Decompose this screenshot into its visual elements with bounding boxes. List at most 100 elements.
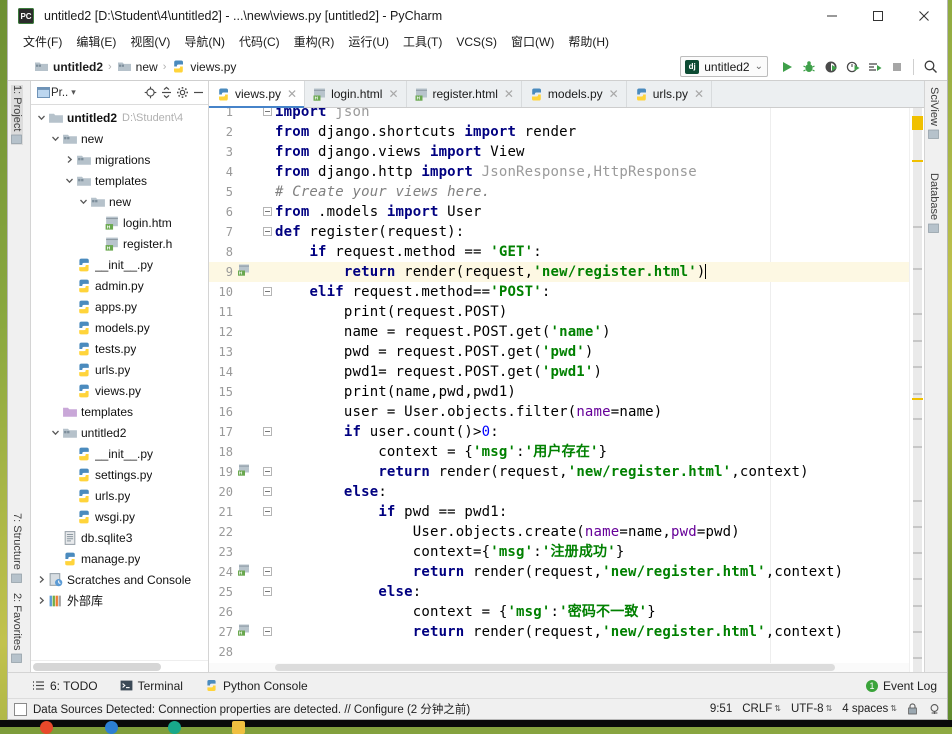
menu-item-1[interactable]: 编辑(E) xyxy=(69,32,123,53)
close-icon[interactable]: ✕ xyxy=(504,87,514,101)
code-fold-toggle[interactable] xyxy=(263,207,272,216)
editor-tab-modelspy[interactable]: models.py✕ xyxy=(522,81,627,107)
tree-item-registerh[interactable]: Hregister.h xyxy=(31,233,208,254)
code-line-7[interactable]: 7def register(request): xyxy=(209,222,909,242)
code-line-8[interactable]: 8 if request.method == 'GET': xyxy=(209,242,909,262)
code-line-19[interactable]: 19H return render(request,'new/register.… xyxy=(209,462,909,482)
code-fold-toggle[interactable] xyxy=(263,227,272,236)
tree-item-settingspy[interactable]: settings.py xyxy=(31,464,208,485)
run-dashboard-button[interactable] xyxy=(864,56,886,78)
stripe-marker[interactable] xyxy=(913,366,922,368)
tree-item-viewspy[interactable]: views.py xyxy=(31,380,208,401)
editor-horizontal-scrollbar[interactable] xyxy=(209,663,910,672)
menu-item-7[interactable]: 工具(T) xyxy=(396,32,449,53)
tree-item-templates[interactable]: templates xyxy=(31,401,208,422)
menu-item-6[interactable]: 运行(U) xyxy=(341,32,396,53)
warning-marker[interactable] xyxy=(912,398,923,400)
related-template-gutter-icon[interactable]: H xyxy=(237,564,251,579)
chevron-down-icon[interactable] xyxy=(63,176,76,185)
tree-item-new[interactable]: new xyxy=(31,191,208,212)
tree-item-testspy[interactable]: tests.py xyxy=(31,338,208,359)
code-line-26[interactable]: 26 context = {'msg':'密码不一致'} xyxy=(209,602,909,622)
code-line-22[interactable]: 22 User.objects.create(name=name,pwd=pwd… xyxy=(209,522,909,542)
code-fold-toggle[interactable] xyxy=(263,427,272,436)
menu-item-4[interactable]: 代码(C) xyxy=(232,32,287,53)
code-line-12[interactable]: 12 name = request.POST.get('name') xyxy=(209,322,909,342)
chevron-down-icon[interactable] xyxy=(35,113,48,122)
project-panel-title[interactable]: Pr.. ▾ xyxy=(51,87,76,99)
menu-item-8[interactable]: VCS(S) xyxy=(449,32,504,53)
code-line-13[interactable]: 13 pwd = request.POST.get('pwd') xyxy=(209,342,909,362)
code-line-10[interactable]: 10 elif request.method=='POST': xyxy=(209,282,909,302)
tree-item-untitled2[interactable]: untitled2D:\Student\4 xyxy=(31,107,208,128)
stripe-marker[interactable] xyxy=(913,446,922,448)
tree-item-wsgipy[interactable]: wsgi.py xyxy=(31,506,208,527)
code-line-2[interactable]: 2from django.shortcuts import render xyxy=(209,122,909,142)
minimize-icon[interactable] xyxy=(809,0,855,32)
code-line-23[interactable]: 23 context={'msg':'注册成功'} xyxy=(209,542,909,562)
stripe-marker[interactable] xyxy=(913,418,922,420)
taskbar-icon-2[interactable] xyxy=(105,721,118,734)
error-stripe-scrollbar[interactable] xyxy=(909,108,924,672)
breadcrumb-item-1[interactable]: new xyxy=(117,59,158,74)
code-line-17[interactable]: 17 if user.count()>0: xyxy=(209,422,909,442)
code-lines[interactable]: 1import json2from django.shortcuts impor… xyxy=(209,108,909,672)
project-tree[interactable]: untitled2D:\Student\4newmigrationstempla… xyxy=(31,105,208,660)
code-line-4[interactable]: 4from django.http import JsonResponse,Ht… xyxy=(209,162,909,182)
code-line-14[interactable]: 14 pwd1= request.POST.get('pwd1') xyxy=(209,362,909,382)
taskbar-icon-3[interactable] xyxy=(168,721,181,734)
event-log-button[interactable]: 1 Event Log xyxy=(866,679,937,693)
code-fold-toggle[interactable] xyxy=(263,487,272,496)
taskbar-icon-1[interactable] xyxy=(40,721,53,734)
code-line-28[interactable]: 28 xyxy=(209,642,909,662)
tree-item-scratchesandconsole[interactable]: Scratches and Console xyxy=(31,569,208,590)
chevron-right-icon[interactable] xyxy=(35,596,48,605)
close-icon[interactable] xyxy=(901,0,947,32)
debug-button[interactable] xyxy=(798,56,820,78)
code-line-9[interactable]: 9H return render(request,'new/register.h… xyxy=(209,262,909,282)
tree-item-[interactable]: 外部库 xyxy=(31,590,208,611)
breadcrumb-item-2[interactable]: views.py xyxy=(171,59,236,74)
code-line-6[interactable]: 6from .models import User xyxy=(209,202,909,222)
tree-item-adminpy[interactable]: admin.py xyxy=(31,275,208,296)
editor-tab-registerhtml[interactable]: Hregister.html✕ xyxy=(407,81,522,107)
editor-tab-urlspy[interactable]: urls.py✕ xyxy=(627,81,712,107)
menu-item-9[interactable]: 窗口(W) xyxy=(504,32,561,53)
tree-item-untitled2[interactable]: untitled2 xyxy=(31,422,208,443)
tool-window-button-favorites[interactable]: 2: Favorites xyxy=(11,593,23,664)
code-line-11[interactable]: 11 print(request.POST) xyxy=(209,302,909,322)
tree-item-dbsqlite3[interactable]: db.sqlite3 xyxy=(31,527,208,548)
windows-taskbar[interactable] xyxy=(0,720,952,727)
tool-window-button-6todo[interactable]: 6: TODO xyxy=(32,679,98,693)
tool-window-button-sciview[interactable]: SciView xyxy=(928,87,940,140)
stripe-marker[interactable] xyxy=(913,340,922,342)
tree-item-new[interactable]: new xyxy=(31,128,208,149)
tree-item-appspy[interactable]: apps.py xyxy=(31,296,208,317)
tool-window-button-project[interactable]: 1: Project xyxy=(11,85,23,145)
tool-window-button-database[interactable]: Database xyxy=(928,173,940,234)
stripe-marker[interactable] xyxy=(913,578,922,580)
status-message-group[interactable]: Data Sources Detected: Connection proper… xyxy=(14,701,470,717)
tool-window-button-terminal[interactable]: Terminal xyxy=(120,679,183,693)
stripe-marker[interactable] xyxy=(913,552,922,554)
project-horizontal-scrollbar[interactable] xyxy=(31,660,208,672)
tree-item-managepy[interactable]: manage.py xyxy=(31,548,208,569)
warning-marker[interactable] xyxy=(912,160,923,162)
menu-item-3[interactable]: 导航(N) xyxy=(177,32,232,53)
related-template-gutter-icon[interactable]: H xyxy=(237,464,251,479)
notification-icon[interactable] xyxy=(14,703,27,716)
close-icon[interactable]: ✕ xyxy=(609,87,619,101)
editor-tab-loginhtml[interactable]: Hlogin.html✕ xyxy=(305,81,406,107)
menu-item-5[interactable]: 重构(R) xyxy=(287,32,342,53)
code-fold-toggle[interactable] xyxy=(263,507,272,516)
code-line-18[interactable]: 18 context = {'msg':'用户存在'} xyxy=(209,442,909,462)
scrollbar-thumb[interactable] xyxy=(33,663,161,671)
search-everywhere-icon[interactable] xyxy=(919,56,941,78)
stripe-marker[interactable] xyxy=(913,393,922,395)
tree-item-initpy[interactable]: __init__.py xyxy=(31,254,208,275)
code-viewport[interactable]: 1import json2from django.shortcuts impor… xyxy=(209,108,924,672)
tree-item-migrations[interactable]: migrations xyxy=(31,149,208,170)
scrollbar-thumb[interactable] xyxy=(275,664,835,671)
tree-item-initpy[interactable]: __init__.py xyxy=(31,443,208,464)
tree-item-urlspy[interactable]: urls.py xyxy=(31,359,208,380)
